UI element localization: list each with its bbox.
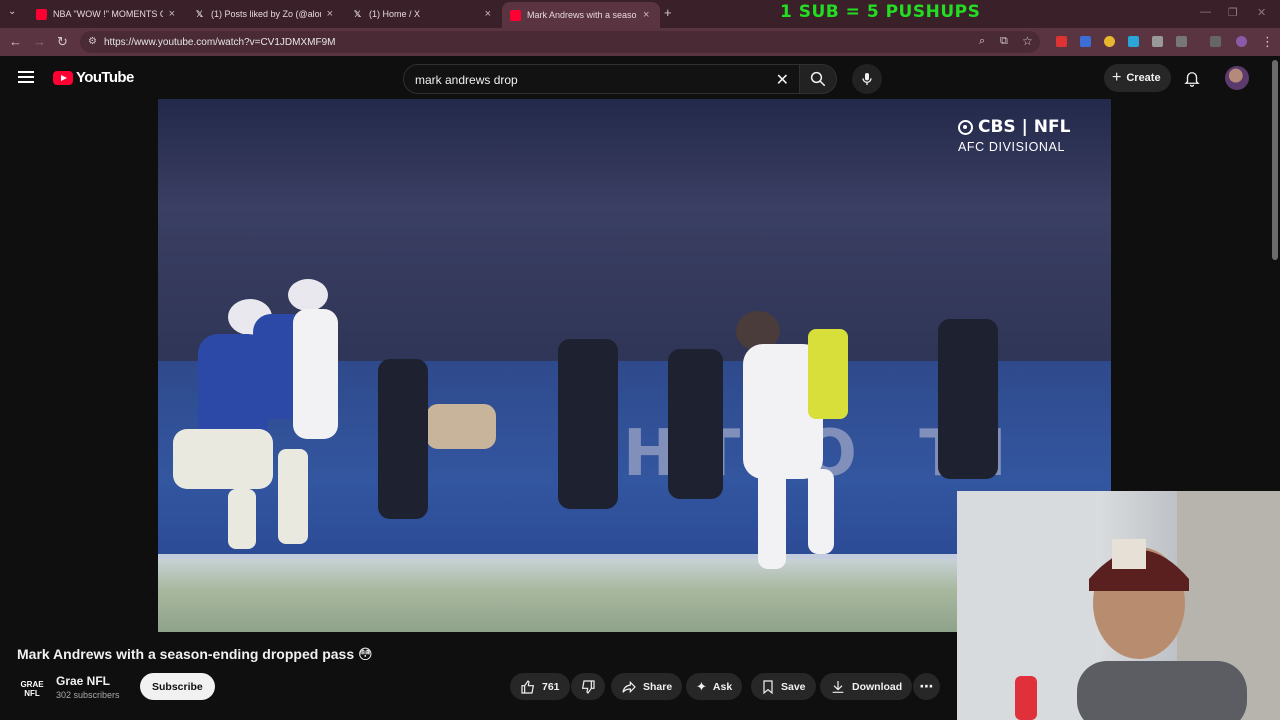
dislike-button[interactable] bbox=[571, 673, 605, 700]
youtube-header: YouTube mark andrews drop ✕ + Create bbox=[0, 56, 1280, 100]
close-tab-icon[interactable]: × bbox=[327, 8, 333, 20]
tab-home-x[interactable]: 𝕏 (1) Home / X × bbox=[344, 4, 499, 24]
menu-icon[interactable] bbox=[18, 71, 34, 83]
download-button[interactable]: Download bbox=[820, 673, 913, 700]
forward-icon[interactable]: → bbox=[33, 34, 46, 49]
subscribe-button[interactable]: Subscribe bbox=[140, 673, 215, 700]
close-tab-icon[interactable]: × bbox=[485, 8, 491, 20]
channel-name[interactable]: Grae NFL bbox=[56, 674, 110, 688]
subscriber-count: 302 subscribers bbox=[56, 690, 120, 700]
extension-icon[interactable] bbox=[1080, 36, 1091, 47]
profile-icon[interactable] bbox=[1236, 36, 1247, 47]
back-icon[interactable]: ← bbox=[9, 34, 22, 49]
more-horizontal-icon: ⋯ bbox=[919, 678, 934, 694]
search-icon bbox=[810, 71, 826, 87]
notifications-bell-icon[interactable] bbox=[1183, 69, 1201, 87]
url-text[interactable]: https://www.youtube.com/watch?v=CV1JDMXM… bbox=[104, 37, 335, 48]
youtube-logo[interactable]: YouTube bbox=[53, 69, 134, 86]
site-info-icon[interactable]: ⚙ bbox=[88, 36, 97, 47]
webcam-person-figure bbox=[957, 491, 1280, 720]
browser-menu-icon[interactable]: ⋮ bbox=[1261, 34, 1274, 50]
youtube-icon bbox=[36, 8, 47, 20]
new-tab-button[interactable]: + bbox=[664, 5, 672, 20]
x-icon: 𝕏 bbox=[353, 8, 362, 19]
tab-search-icon[interactable]: ⌄ bbox=[8, 6, 16, 17]
browser-tab-bar: ⌄ NBA "WOW !" MOMENTS OF 2… × 𝕏 (1) Post… bbox=[0, 0, 1280, 28]
reload-icon[interactable]: ↻ bbox=[57, 34, 68, 50]
tab-mark-andrews[interactable]: Mark Andrews with a season-e… × bbox=[502, 2, 660, 28]
bookmark-star-icon[interactable]: ☆ bbox=[1022, 34, 1033, 48]
voice-search-button[interactable] bbox=[852, 64, 882, 94]
more-actions-button[interactable]: ⋯ bbox=[913, 673, 940, 700]
extension-icon[interactable] bbox=[1128, 36, 1139, 47]
close-tab-icon[interactable]: × bbox=[643, 9, 649, 21]
like-button[interactable]: 761 bbox=[510, 673, 570, 700]
close-tab-icon[interactable]: × bbox=[169, 8, 175, 20]
extension-icon[interactable] bbox=[1056, 36, 1067, 47]
minimize-icon[interactable]: — bbox=[1200, 6, 1211, 18]
tab-posts-liked[interactable]: 𝕏 (1) Posts liked by Zo (@alonzo… × bbox=[186, 4, 341, 24]
streamer-webcam bbox=[957, 491, 1280, 720]
search-input[interactable]: mark andrews drop ✕ bbox=[403, 64, 800, 94]
ask-button[interactable]: ✦ Ask bbox=[686, 673, 743, 700]
youtube-play-icon bbox=[53, 70, 73, 85]
window-close-icon[interactable]: ✕ bbox=[1257, 6, 1266, 19]
microphone-icon bbox=[862, 73, 872, 85]
stream-overlay-banner: 1 SUB = 5 PUSHUPS bbox=[780, 2, 981, 22]
x-icon: 𝕏 bbox=[195, 8, 204, 19]
download-icon bbox=[832, 680, 844, 693]
zoom-icon[interactable]: ⌕ bbox=[979, 35, 985, 48]
sparkle-icon: ✦ bbox=[696, 678, 707, 694]
save-button[interactable]: Save bbox=[751, 673, 816, 700]
search-button[interactable] bbox=[799, 64, 837, 94]
clear-search-icon[interactable]: ✕ bbox=[776, 70, 789, 90]
bookmark-icon bbox=[763, 679, 773, 694]
thumbs-down-icon bbox=[581, 679, 595, 694]
video-title: Mark Andrews with a season-ending droppe… bbox=[17, 646, 373, 662]
install-icon[interactable]: ⧉ bbox=[1000, 35, 1008, 48]
plus-icon: + bbox=[1112, 69, 1122, 86]
share-button[interactable]: Share bbox=[611, 673, 683, 700]
channel-avatar[interactable]: GRAE NFL bbox=[17, 674, 47, 704]
extension-icon[interactable] bbox=[1104, 36, 1115, 47]
account-avatar[interactable] bbox=[1225, 66, 1249, 90]
browser-toolbar: ← → ↻ ⚙ https://www.youtube.com/watch?v=… bbox=[0, 28, 1280, 56]
reading-list-icon[interactable] bbox=[1210, 36, 1221, 47]
thumbs-up-icon bbox=[521, 679, 535, 694]
maximize-icon[interactable]: ❐ bbox=[1228, 6, 1238, 19]
extensions-puzzle-icon[interactable] bbox=[1176, 36, 1187, 47]
tab-nba-moments[interactable]: NBA "WOW !" MOMENTS OF 2… × bbox=[28, 4, 183, 24]
share-arrow-icon bbox=[622, 680, 636, 693]
youtube-icon bbox=[510, 9, 521, 21]
broadcast-badge: CBS | NFL AFC DIVISIONAL bbox=[958, 117, 1071, 154]
page-scrollbar[interactable] bbox=[1272, 60, 1278, 260]
extension-icon[interactable] bbox=[1152, 36, 1163, 47]
create-button[interactable]: + Create bbox=[1104, 64, 1171, 92]
cbs-eye-logo-icon bbox=[958, 119, 973, 135]
